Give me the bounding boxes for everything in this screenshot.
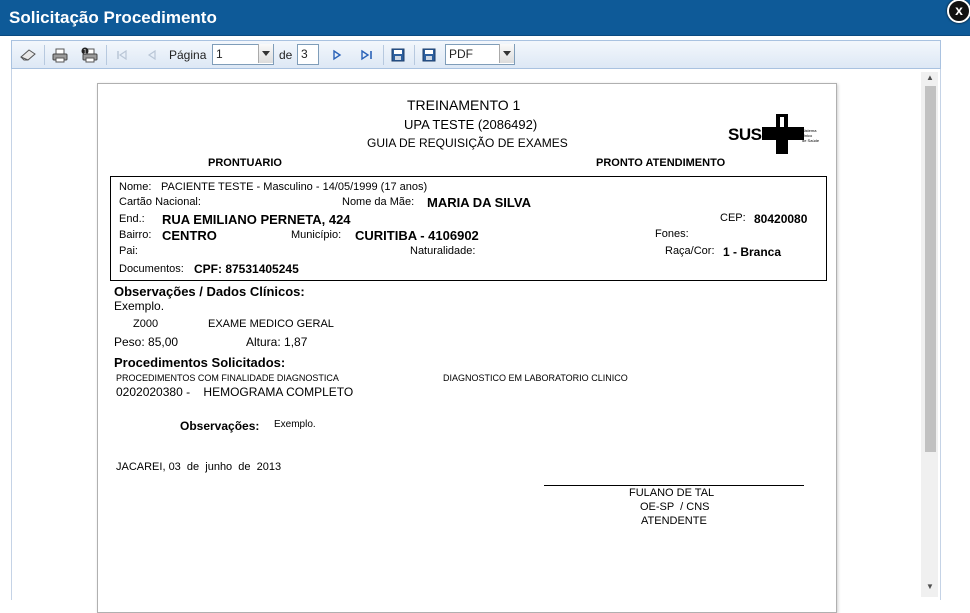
procedimento-grupo: PROCEDIMENTOS COM FINALIDADE DIAGNOSTICA <box>116 373 339 383</box>
export-icon[interactable] <box>419 45 439 65</box>
date-line: JACAREI, 03 de junho de 2013 <box>116 461 282 473</box>
obs-clinicos-text: Exemplo. <box>114 299 165 313</box>
report-unit: UPA TESTE (2086492) <box>404 117 538 132</box>
mae-value: MARIA DA SILVA <box>427 195 531 210</box>
endereco-label: End.: <box>119 213 145 225</box>
chevron-down-icon[interactable] <box>258 44 273 63</box>
report-toolbar: 1 Página 1 de 3 PDF <box>11 40 941 69</box>
prontuario-header: PRONTUARIO <box>208 157 282 169</box>
total-pages: 3 <box>297 44 319 65</box>
patient-box: Nome: PACIENTE TESTE - Masculino - 14/05… <box>110 176 827 281</box>
scrollbar-thumb[interactable] <box>925 86 936 452</box>
signature-line <box>544 485 804 486</box>
sus-logo-text: SUS <box>728 125 762 144</box>
close-button[interactable]: x <box>947 0 970 23</box>
obs-clinicos-title: Observações / Dados Clínicos: <box>114 284 305 299</box>
cartao-label: Cartão Nacional: <box>119 196 201 208</box>
scroll-up-icon[interactable]: ▲ <box>926 73 934 82</box>
naturalidade-label: Naturalidade: <box>410 245 476 257</box>
raca-label: Raça/Cor: <box>665 245 715 257</box>
cep-value: 80420080 <box>754 212 808 226</box>
report-page: TREINAMENTO 1 UPA TESTE (2086492) GUIA D… <box>97 83 837 613</box>
dialog-window: Solicitação Procedimento x 1 Página 1 de <box>0 0 970 613</box>
nome-value: PACIENTE TESTE - Masculino - 14/05/1999 … <box>161 181 428 193</box>
print-icon[interactable] <box>50 45 70 65</box>
bairro-label: Bairro: <box>119 229 152 241</box>
municipio-label: Município: <box>291 229 342 241</box>
prev-page-icon[interactable] <box>142 45 162 65</box>
procedimento-subgrupo: DIAGNOSTICO EM LABORATORIO CLINICO <box>443 373 628 383</box>
pai-label: Pai: <box>119 245 138 257</box>
bairro-value: CENTRO <box>162 228 217 243</box>
raca-value: 1 - Branca <box>723 245 782 259</box>
cid-description: EXAME MEDICO GERAL <box>208 318 334 330</box>
window-title: Solicitação Procedimento <box>9 8 217 27</box>
sus-cross-icon <box>762 114 804 154</box>
mae-label: Nome da Mãe: <box>342 196 415 208</box>
scroll-down-icon[interactable]: ▼ <box>926 582 934 591</box>
documentos-label: Documentos: <box>119 263 184 275</box>
report-subtitle: GUIA DE REQUISIÇÃO DE EXAMES <box>367 136 568 150</box>
pronto-atendimento-header: PRONTO ATENDIMENTO <box>596 157 726 169</box>
sus-small-3: de Saúde <box>802 138 820 143</box>
save-icon[interactable] <box>388 45 408 65</box>
sus-logo: SUS Sistema Único de Saúde <box>726 114 826 156</box>
format-chevron-down-icon[interactable] <box>499 44 514 63</box>
signature-role: ATENDENTE <box>641 515 707 527</box>
report-title: TREINAMENTO 1 <box>407 97 521 113</box>
page-label: Página <box>169 48 207 62</box>
first-page-icon[interactable] <box>112 45 132 65</box>
peso-value: Peso: 85,00 <box>114 335 179 349</box>
of-label: de <box>279 48 293 62</box>
altura-value: Altura: 1,87 <box>246 335 308 349</box>
vertical-scrollbar[interactable]: ▲ ▼ <box>921 72 938 597</box>
signature-name: FULANO DE TAL <box>629 487 715 499</box>
svg-text:1: 1 <box>83 49 87 56</box>
cep-label: CEP: <box>720 212 746 224</box>
signature-registration: OE-SP / CNS <box>640 501 710 513</box>
observacoes-label: Observações: <box>180 419 260 433</box>
last-page-icon[interactable] <box>357 45 377 65</box>
documentos-value: CPF: 87531405245 <box>194 262 299 276</box>
refresh-icon[interactable] <box>18 45 38 65</box>
print-options-icon[interactable]: 1 <box>80 45 100 65</box>
procedimento-item: 0202020380 - HEMOGRAMA COMPLETO <box>116 385 354 399</box>
title-bar: Solicitação Procedimento <box>0 0 970 36</box>
cid-code: Z000 <box>133 318 159 330</box>
procedimentos-title: Procedimentos Solicitados: <box>114 355 286 370</box>
next-page-icon[interactable] <box>327 45 347 65</box>
municipio-value: CURITIBA - 4106902 <box>355 228 479 243</box>
endereco-value: RUA EMILIANO PERNETA, 424 <box>162 212 351 227</box>
fones-label: Fones: <box>655 228 689 240</box>
observacoes-value: Exemplo. <box>274 419 316 430</box>
nome-label: Nome: <box>119 181 152 193</box>
